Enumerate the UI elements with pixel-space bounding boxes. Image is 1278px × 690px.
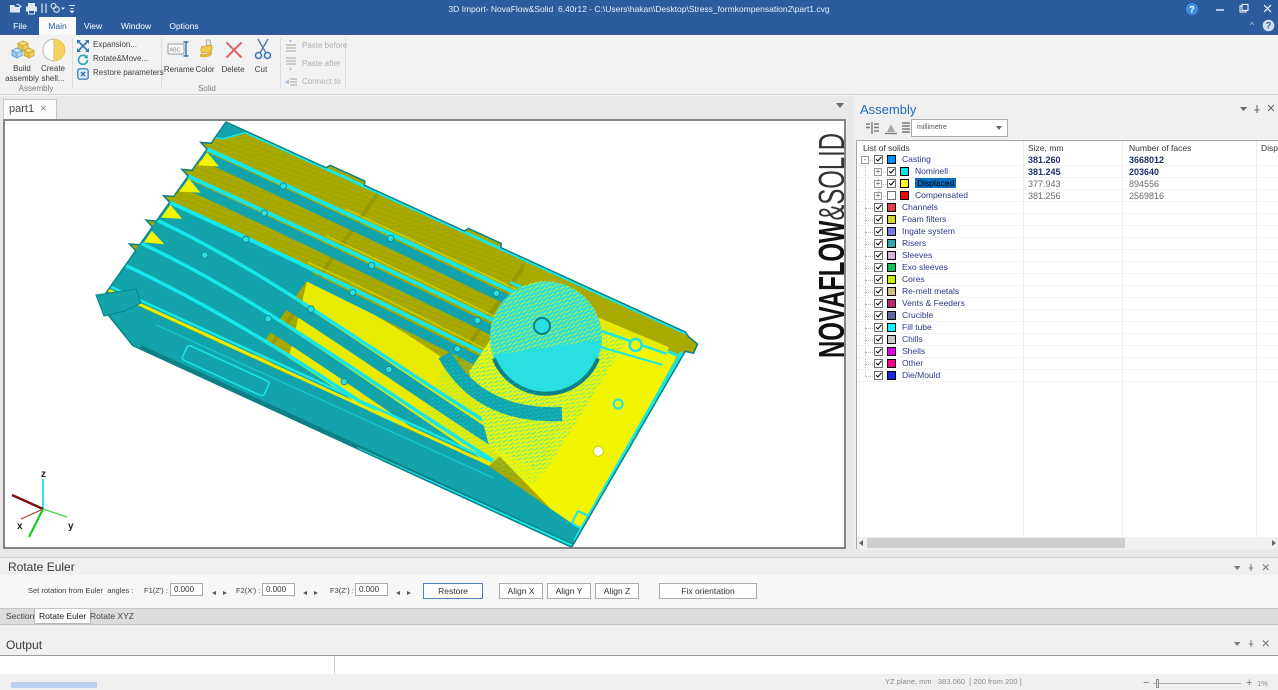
svg-text:?: ? — [1189, 5, 1195, 15]
svg-text:y: y — [68, 521, 74, 532]
svg-text:x: x — [17, 521, 23, 532]
svg-text:?: ? — [1266, 21, 1272, 31]
svg-text:z: z — [41, 471, 46, 480]
svg-text:NOVAFLOW&SOLID: NOVAFLOW&SOLID — [811, 133, 844, 358]
svg-text:ABC: ABC — [169, 48, 180, 54]
